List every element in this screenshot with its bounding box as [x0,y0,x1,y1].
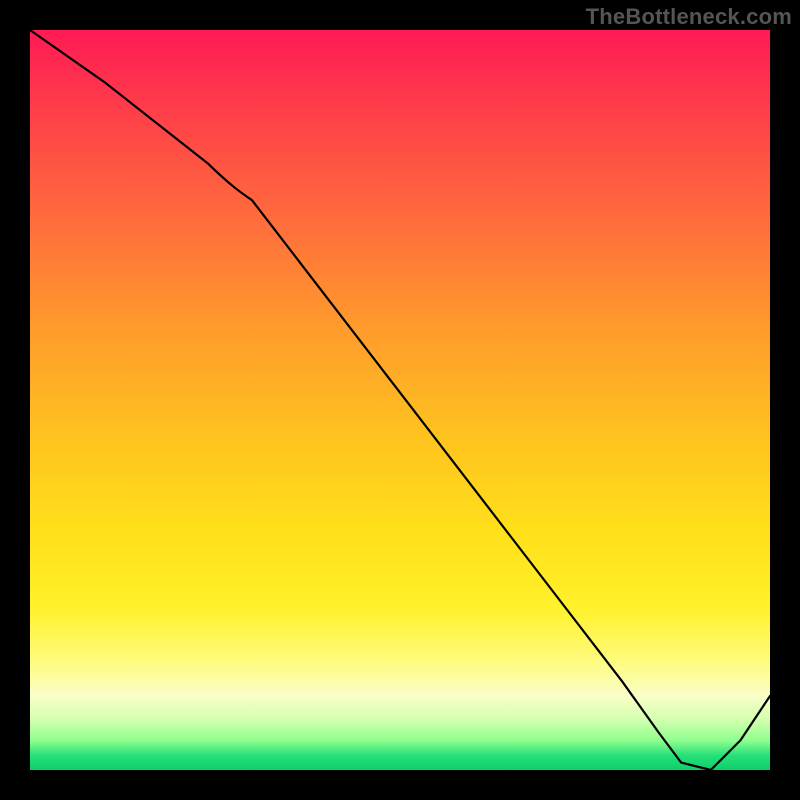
chart-frame [30,30,770,770]
watermark-text: TheBottleneck.com [586,4,792,30]
plot-area [30,30,770,770]
bottleneck-curve [30,30,770,770]
